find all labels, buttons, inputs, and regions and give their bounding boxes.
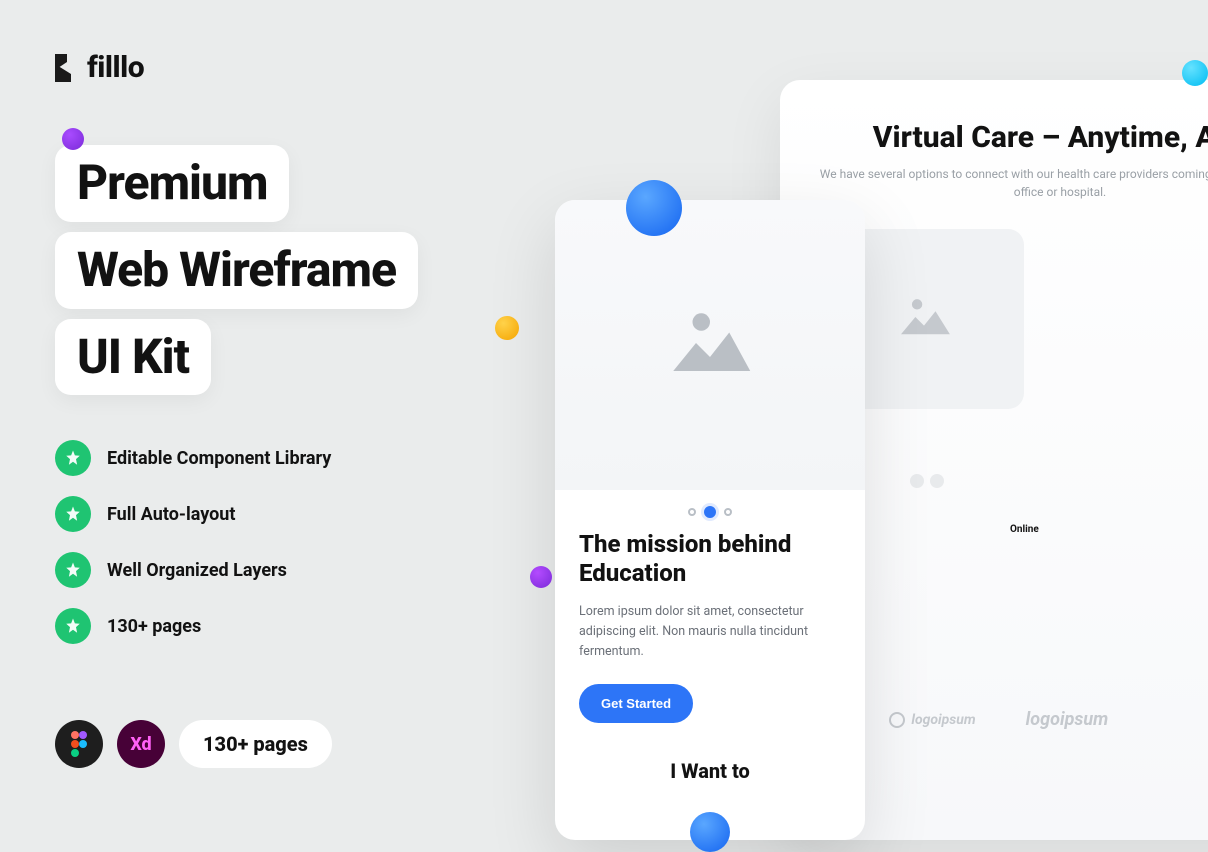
figma-icon: [55, 720, 103, 768]
logo-mark-icon: [55, 54, 79, 82]
logo-text: filllo: [87, 50, 144, 85]
feature-label: Well Organized Layers: [107, 560, 287, 581]
front-heading: The mission behind Education: [579, 530, 841, 588]
headline-line-1: Premium: [55, 145, 289, 222]
decorative-dot: [690, 812, 730, 852]
logo-item: logoipsum: [1026, 709, 1109, 730]
check-icon: [55, 552, 91, 588]
xd-label: Xd: [130, 734, 151, 755]
logo: filllo: [55, 50, 144, 85]
get-started-button[interactable]: Get Started: [579, 684, 693, 723]
pager-dot[interactable]: [724, 508, 732, 516]
image-icon: [894, 294, 954, 344]
decorative-dot: [626, 180, 682, 236]
check-icon: [55, 440, 91, 476]
back-card-title: Virtual Care – Anytime, Any: [810, 120, 1208, 155]
image-icon: [665, 308, 755, 382]
feature-label: Editable Component Library: [107, 448, 331, 469]
feature-label: 130+ pages: [107, 616, 201, 637]
check-icon: [55, 496, 91, 532]
check-icon: [55, 608, 91, 644]
front-body-text: Lorem ipsum dolor sit amet, consectetur …: [579, 602, 841, 662]
front-subheading: I Want to: [579, 759, 841, 783]
pager-dot-active[interactable]: [704, 506, 716, 518]
decorative-dot: [1182, 60, 1208, 86]
decorative-dot: [62, 128, 84, 150]
preview-card-front: The mission behind Education Lorem ipsum…: [555, 200, 865, 840]
feature-item: Full Auto-layout: [55, 496, 331, 532]
tool-badges: Xd 130+ pages: [55, 720, 332, 768]
image-placeholder: [555, 200, 865, 490]
decorative-dot: [530, 566, 552, 588]
pages-count-pill: 130+ pages: [179, 720, 332, 768]
logo-item: logoipsum: [889, 709, 975, 730]
pager-dot[interactable]: [688, 508, 696, 516]
feature-item: 130+ pages: [55, 608, 331, 644]
feature-list: Editable Component Library Full Auto-lay…: [55, 440, 331, 644]
feature-item: Well Organized Layers: [55, 552, 331, 588]
headline-line-3: UI Kit: [55, 319, 211, 396]
carousel-dots-small: [910, 474, 944, 488]
back-card-subtitle: We have several options to connect with …: [810, 165, 1208, 201]
decorative-dot: [495, 316, 519, 340]
feature-item: Editable Component Library: [55, 440, 331, 476]
headline: Premium Web Wireframe UI Kit: [55, 145, 418, 395]
xd-icon: Xd: [117, 720, 165, 768]
carousel-pager[interactable]: [555, 490, 865, 526]
headline-line-2: Web Wireframe: [55, 232, 418, 309]
online-label: Online: [1010, 524, 1039, 535]
feature-label: Full Auto-layout: [107, 504, 235, 525]
